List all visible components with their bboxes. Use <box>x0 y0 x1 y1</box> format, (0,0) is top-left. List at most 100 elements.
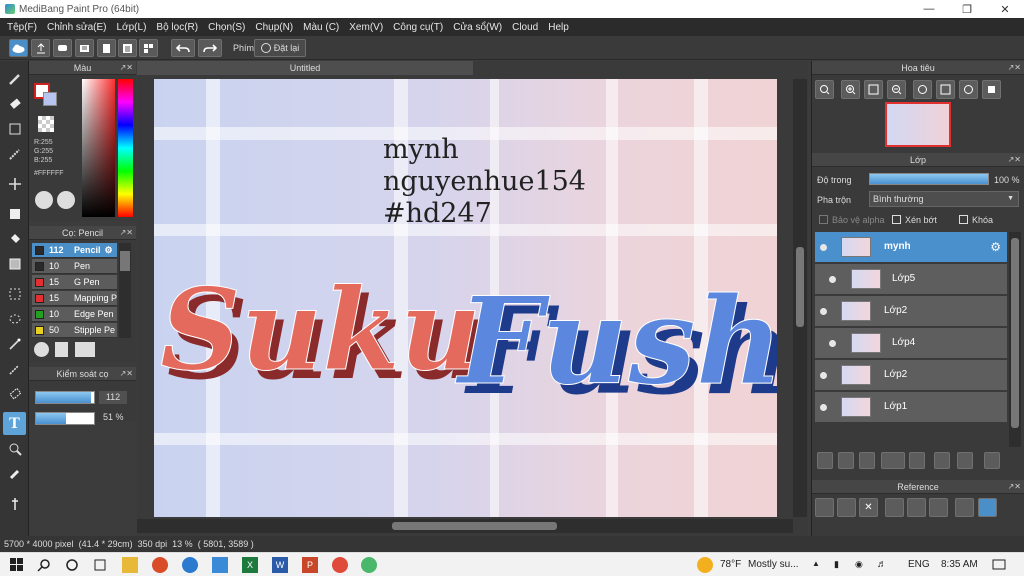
grid-settings-icon[interactable] <box>139 39 158 57</box>
visibility-icon[interactable] <box>820 244 827 251</box>
redo-icon[interactable] <box>198 39 222 57</box>
brush-add-menu-icon[interactable] <box>75 342 95 357</box>
brush-item[interactable]: 50 Stipple Pe <box>32 323 117 338</box>
menu-tools[interactable]: Công cụ(T) <box>393 22 443 33</box>
visibility-icon[interactable] <box>820 372 827 379</box>
volume-icon[interactable]: ♬ <box>877 559 887 570</box>
reference-cloud-icon[interactable] <box>815 498 834 517</box>
search-icon[interactable] <box>36 557 52 573</box>
merge-down-icon[interactable] <box>957 452 973 469</box>
trash-icon[interactable] <box>984 452 1000 469</box>
rotate-left-icon[interactable] <box>913 80 932 99</box>
eyedropper-icon[interactable] <box>955 498 974 517</box>
folder-icon[interactable] <box>909 452 925 469</box>
layer-list-scrollbar[interactable] <box>1009 232 1021 447</box>
menu-capture[interactable]: Chụp(N) <box>255 22 293 33</box>
panel-popout-icon[interactable]: ↗✕ <box>1008 63 1021 72</box>
brush-list-scrollbar[interactable] <box>119 243 131 338</box>
zoom-actual-icon[interactable] <box>907 498 926 517</box>
visibility-icon[interactable] <box>829 340 836 347</box>
layer-row[interactable]: Lớp2 <box>815 296 1007 327</box>
zoom-out-icon[interactable] <box>929 498 948 517</box>
navigator-preview[interactable] <box>885 102 951 147</box>
task-view-icon[interactable] <box>92 557 108 573</box>
fill-rect-icon[interactable] <box>3 202 26 225</box>
close-icon[interactable]: ✕ <box>859 498 878 517</box>
panel-popout-icon[interactable]: ↗✕ <box>120 228 133 237</box>
media-player-icon[interactable] <box>152 557 168 573</box>
windows-start-icon[interactable] <box>9 557 25 573</box>
visibility-icon[interactable] <box>820 308 827 315</box>
weather-text[interactable]: Mostly su... <box>748 559 799 570</box>
transparent-swatch[interactable] <box>38 116 54 132</box>
brush-item[interactable]: 15 G Pen <box>32 275 117 290</box>
zoom-out-icon[interactable] <box>887 80 906 99</box>
saturation-picker[interactable] <box>82 79 115 217</box>
lock-checkbox[interactable] <box>959 215 968 224</box>
brush-item[interactable]: 10 Edge Pen <box>32 307 117 322</box>
brush-size-value[interactable]: 112 <box>99 391 127 404</box>
hue-slider[interactable] <box>118 79 133 217</box>
weather-temp[interactable]: 78°F <box>720 559 741 570</box>
drawing-canvas[interactable]: mynh nguyenhue154 #hd247 Suku Suku Fushi… <box>154 79 777 517</box>
brush-size-slider[interactable] <box>35 391 95 404</box>
reset-button[interactable]: Đặt lại <box>254 39 306 57</box>
new-halftone-layer-icon[interactable] <box>838 452 854 469</box>
document-tab[interactable]: Untitled <box>137 61 473 75</box>
visibility-icon[interactable] <box>829 276 836 283</box>
zoom-fit-icon[interactable] <box>815 80 834 99</box>
list-icon[interactable] <box>118 39 137 57</box>
powerpoint-icon[interactable]: P <box>302 557 318 573</box>
gear-icon[interactable]: ⚙ <box>990 240 1001 254</box>
bucket-tool-icon[interactable] <box>3 227 26 250</box>
zoom-in-icon[interactable] <box>841 80 860 99</box>
new-1bit-layer-icon[interactable] <box>859 452 875 469</box>
message-icon[interactable] <box>75 39 94 57</box>
background-color-swatch[interactable] <box>43 92 57 106</box>
chevron-up-icon[interactable]: ▲ <box>812 559 820 568</box>
upload-icon[interactable] <box>31 39 50 57</box>
clock[interactable]: 8:35 AM <box>941 559 978 570</box>
word-icon[interactable]: W <box>272 557 288 573</box>
operation-tool-icon[interactable] <box>3 437 26 460</box>
menu-view[interactable]: Xem(V) <box>349 22 383 33</box>
canvas-horizontal-scrollbar[interactable] <box>137 519 793 533</box>
gradient-tool-icon[interactable] <box>3 252 26 275</box>
zoom-actual-icon[interactable] <box>864 80 883 99</box>
document-icon[interactable] <box>97 39 116 57</box>
layer-opacity-slider[interactable] <box>869 173 989 185</box>
menu-help[interactable]: Help <box>548 22 569 33</box>
clip-checkbox[interactable] <box>892 215 901 224</box>
panel-popout-icon[interactable]: ↗✕ <box>120 63 133 72</box>
monitor-app-icon[interactable] <box>212 557 228 573</box>
open-folder-icon[interactable] <box>837 498 856 517</box>
canvas-vertical-scrollbar[interactable] <box>793 79 807 517</box>
palette-icon[interactable] <box>35 191 53 209</box>
duplicate-layer-icon[interactable] <box>934 452 950 469</box>
chrome-icon[interactable] <box>332 557 348 573</box>
panel-popout-icon[interactable]: ↗✕ <box>120 369 133 378</box>
menu-select[interactable]: Chọn(S) <box>208 22 245 33</box>
minimize-button[interactable]: — <box>912 0 946 18</box>
layer-row[interactable]: Lớp2 <box>815 360 1007 391</box>
reset-view-icon[interactable] <box>982 80 1001 99</box>
maximize-button[interactable]: ❐ <box>950 0 984 18</box>
cortana-icon[interactable] <box>64 557 80 573</box>
brush-item[interactable]: 10 Pen <box>32 259 117 274</box>
menu-file[interactable]: Tệp(F) <box>7 22 37 33</box>
menu-color[interactable]: Màu (C) <box>303 22 339 33</box>
new-brush-icon[interactable] <box>55 342 68 357</box>
move-tool-icon[interactable] <box>3 172 26 195</box>
brush-item[interactable]: 112 Pencil ⚙ <box>32 243 117 258</box>
panel-popout-icon[interactable]: ↗✕ <box>1008 155 1021 164</box>
brush-item[interactable]: 15 Mapping P <box>32 291 117 306</box>
text-tool-icon[interactable]: T <box>3 412 26 435</box>
file-explorer-icon[interactable] <box>122 557 138 573</box>
eyedropper-tool-icon[interactable] <box>3 462 26 485</box>
brush-cloud-icon[interactable] <box>34 342 49 357</box>
layer-row[interactable]: Lớp4 <box>815 328 1007 359</box>
network-icon[interactable]: ◉ <box>855 559 863 570</box>
magic-wand-icon[interactable] <box>3 332 26 355</box>
menu-filter[interactable]: Bộ lọc(R) <box>156 22 198 33</box>
gear-icon[interactable]: ⚙ <box>105 245 113 256</box>
